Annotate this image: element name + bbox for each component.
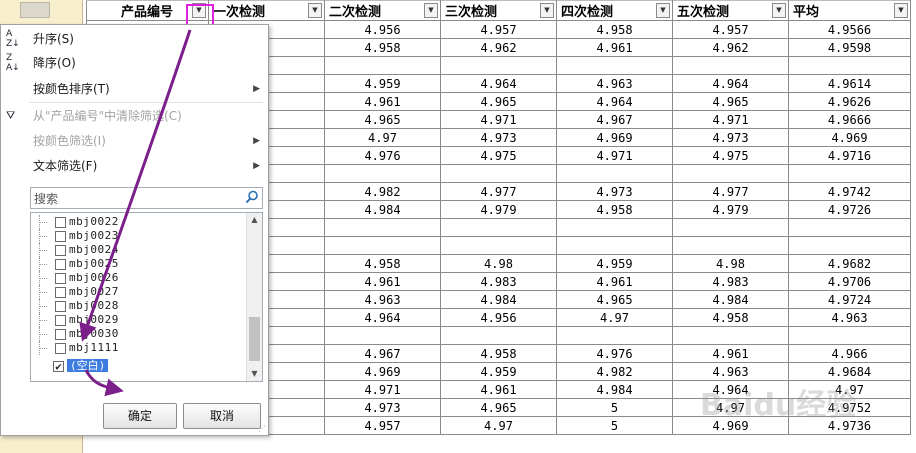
annotation-arrows [79,29,192,397]
arrow-to-ok-button [84,369,124,397]
arrow-to-blank-item [79,29,192,342]
